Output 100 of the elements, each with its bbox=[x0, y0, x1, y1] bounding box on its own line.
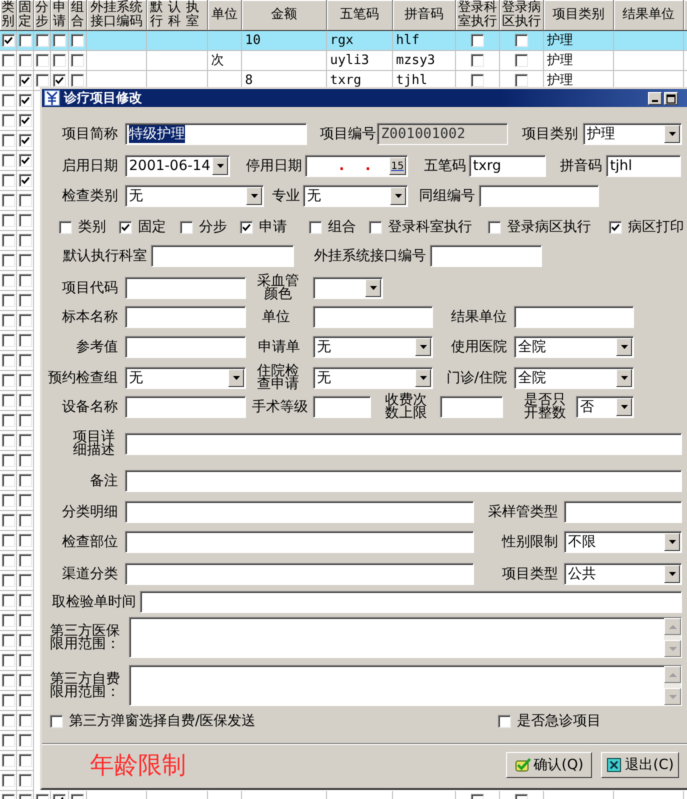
checkbox[interactable] bbox=[18, 94, 32, 107]
dropdown-button[interactable] bbox=[212, 157, 228, 175]
column-header[interactable]: 固定 bbox=[18, 1, 32, 29]
checkbox[interactable] bbox=[18, 154, 32, 167]
dropdown[interactable]: 公共 bbox=[564, 562, 682, 584]
checkbox[interactable] bbox=[71, 74, 84, 87]
dropdown[interactable]: 护理 bbox=[583, 123, 682, 145]
checkbox[interactable] bbox=[18, 54, 32, 67]
text-field[interactable]: tjhl bbox=[606, 155, 681, 177]
dropdown-button[interactable] bbox=[415, 369, 431, 387]
text-field[interactable] bbox=[140, 591, 682, 613]
checkbox[interactable] bbox=[2, 434, 14, 447]
checkbox[interactable] bbox=[2, 354, 14, 367]
checkbox[interactable] bbox=[18, 614, 32, 627]
minimize-button[interactable] bbox=[648, 92, 662, 104]
checkbox[interactable] bbox=[53, 74, 66, 87]
checkbox[interactable] bbox=[71, 54, 84, 67]
checkbox[interactable] bbox=[18, 74, 32, 87]
column-header[interactable]: 五笔码 bbox=[340, 8, 379, 22]
dropdown-button[interactable] bbox=[616, 338, 632, 356]
dropdown-button[interactable] bbox=[664, 125, 680, 143]
checkbox[interactable] bbox=[2, 114, 14, 127]
checkbox[interactable] bbox=[2, 774, 14, 787]
checkbox[interactable] bbox=[18, 654, 32, 667]
checkbox[interactable] bbox=[2, 54, 14, 67]
checkbox[interactable] bbox=[2, 174, 14, 187]
checkbox[interactable] bbox=[515, 74, 528, 87]
checkbox[interactable] bbox=[36, 34, 48, 47]
text-area[interactable] bbox=[129, 665, 682, 706]
text-field[interactable] bbox=[514, 306, 634, 328]
checkbox[interactable] bbox=[18, 634, 32, 647]
text-field[interactable] bbox=[313, 306, 433, 328]
text-field[interactable] bbox=[313, 396, 371, 418]
checkbox[interactable] bbox=[18, 714, 32, 727]
dropdown[interactable]: 无 bbox=[313, 367, 433, 389]
column-header[interactable]: 单位 bbox=[212, 8, 238, 22]
checkbox[interactable] bbox=[18, 374, 32, 387]
text-field[interactable] bbox=[125, 433, 682, 455]
dropdown-button[interactable] bbox=[390, 187, 406, 205]
exit-button[interactable]: 退出(C) bbox=[601, 752, 679, 778]
dropdown-button[interactable] bbox=[664, 532, 680, 550]
checkbox[interactable] bbox=[2, 274, 14, 287]
column-header[interactable]: 登录科室执行 bbox=[458, 1, 498, 29]
checkbox[interactable] bbox=[18, 434, 32, 447]
maximize-button[interactable] bbox=[664, 92, 678, 104]
text-field[interactable] bbox=[125, 336, 246, 358]
confirm-button[interactable]: 确认(Q) bbox=[506, 752, 592, 778]
checkbox[interactable] bbox=[119, 220, 132, 234]
checkbox[interactable] bbox=[2, 634, 14, 647]
checkbox[interactable] bbox=[2, 334, 14, 347]
checkbox[interactable] bbox=[2, 694, 14, 707]
dropdown-button[interactable] bbox=[616, 369, 632, 387]
checkbox[interactable] bbox=[18, 494, 32, 507]
checkbox[interactable] bbox=[53, 54, 66, 67]
checkbox[interactable] bbox=[2, 74, 14, 87]
checkbox[interactable] bbox=[18, 394, 32, 407]
table-row[interactable]: 次 uyli3 mzsy3 护理 bbox=[0, 51, 687, 71]
dropdown[interactable]: 无 bbox=[125, 185, 264, 207]
dropdown[interactable]: 全院 bbox=[514, 367, 634, 389]
dropdown-button[interactable] bbox=[246, 187, 262, 205]
checkbox[interactable] bbox=[471, 34, 484, 47]
checkbox[interactable] bbox=[2, 674, 14, 687]
checkbox[interactable] bbox=[18, 354, 32, 367]
checkbox[interactable] bbox=[53, 34, 66, 47]
checkbox[interactable] bbox=[18, 234, 32, 247]
checkbox[interactable] bbox=[2, 554, 14, 567]
checkbox[interactable] bbox=[2, 474, 14, 487]
checkbox[interactable] bbox=[2, 614, 14, 627]
text-field[interactable]: 特级护理 bbox=[125, 123, 307, 145]
checkbox[interactable] bbox=[2, 154, 14, 167]
checkbox[interactable] bbox=[18, 174, 32, 187]
text-field[interactable] bbox=[125, 306, 246, 328]
table-row[interactable]: 10 rgx hlf 护理 bbox=[0, 31, 687, 51]
checkbox[interactable] bbox=[18, 774, 32, 787]
checkbox[interactable] bbox=[2, 514, 14, 527]
column-header[interactable]: 登录病区执行 bbox=[502, 1, 542, 29]
text-field[interactable] bbox=[125, 277, 246, 299]
checkbox[interactable] bbox=[2, 594, 14, 607]
dropdown[interactable]: 全院 bbox=[514, 336, 634, 358]
checkbox[interactable] bbox=[18, 334, 32, 347]
checkbox[interactable] bbox=[2, 714, 14, 727]
dropdown-button[interactable] bbox=[616, 398, 632, 416]
text-field[interactable] bbox=[125, 530, 474, 552]
checkbox[interactable] bbox=[18, 514, 32, 527]
text-field[interactable]: Z001001002 bbox=[377, 123, 508, 145]
checkbox[interactable] bbox=[18, 414, 32, 427]
checkbox[interactable] bbox=[2, 574, 14, 587]
column-header[interactable]: 拼音码 bbox=[404, 8, 444, 22]
checkbox[interactable] bbox=[2, 234, 14, 247]
dropdown-button[interactable] bbox=[415, 338, 431, 356]
checkbox[interactable] bbox=[18, 214, 32, 227]
checkbox[interactable] bbox=[2, 214, 14, 227]
checkbox[interactable] bbox=[240, 220, 253, 234]
checkbox[interactable] bbox=[2, 194, 14, 207]
dropdown[interactable]: 否 bbox=[576, 396, 634, 418]
text-field[interactable] bbox=[125, 500, 474, 522]
checkbox[interactable] bbox=[609, 220, 622, 234]
date-field[interactable]: . . 15 bbox=[305, 155, 408, 177]
checkbox[interactable] bbox=[18, 454, 32, 467]
column-header[interactable]: 结果单位 bbox=[622, 8, 674, 22]
